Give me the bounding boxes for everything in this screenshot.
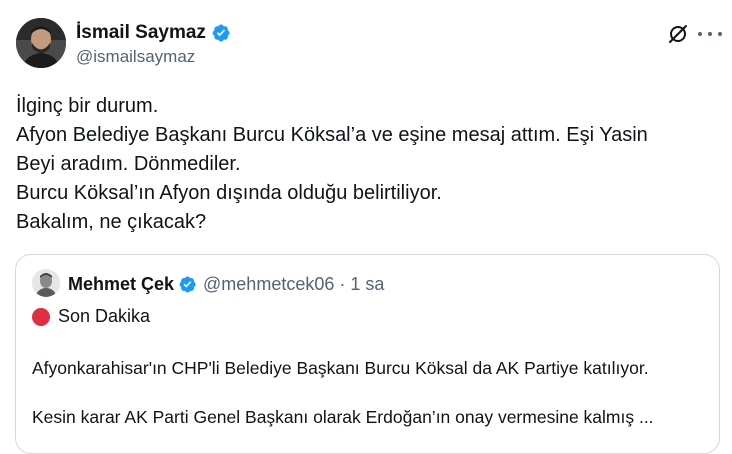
- separator-dot: ·: [339, 274, 346, 294]
- more-options-icon[interactable]: [698, 24, 722, 44]
- tweet-line: Bakalım, ne çıkacak?: [16, 211, 207, 233]
- quoted-headline: Son Dakika: [58, 306, 151, 326]
- grok-icon[interactable]: [667, 23, 689, 45]
- author-name-row: İsmail Saymaz: [76, 22, 231, 44]
- red-circle-emoji: [32, 307, 50, 326]
- verified-badge-icon: [212, 24, 230, 42]
- quoted-paragraph: Kesin karar AK Parti Genel Başkanı olara…: [32, 407, 654, 427]
- quoted-paragraph: Afyonkarahisar'ın CHP'li Belediye Başkan…: [32, 358, 649, 378]
- quoted-author-avatar[interactable]: [32, 269, 60, 297]
- quoted-header: Mehmet Çek @mehmetcek06 · 1 sa: [68, 274, 384, 295]
- verified-badge-icon: [179, 276, 196, 293]
- tweet-text: İlginç bir durum. Afyon Belediye Başkanı…: [16, 92, 716, 237]
- tweet-line: Burcu Köksal’ın Afyon dışında olduğu bel…: [16, 182, 442, 204]
- author-name[interactable]: İsmail Saymaz: [76, 22, 206, 44]
- quoted-author-handle[interactable]: @mehmetcek06: [203, 274, 334, 295]
- quoted-author-name[interactable]: Mehmet Çek: [68, 274, 174, 295]
- quoted-timestamp[interactable]: 1 sa: [350, 274, 384, 295]
- quoted-tweet-card[interactable]: Mehmet Çek @mehmetcek06 · 1 sa Son Dakik…: [15, 254, 720, 454]
- quoted-headline-row: Son Dakika: [32, 306, 150, 327]
- author-handle[interactable]: @ismailsaymaz: [76, 47, 195, 67]
- tweet-line: Afyon Belediye Başkanı Burcu Köksal’a ve…: [16, 124, 648, 146]
- tweet-line: İlginç bir durum.: [16, 95, 159, 117]
- author-avatar[interactable]: [16, 18, 66, 68]
- tweet-line: Beyi aradım. Dönmediler.: [16, 153, 241, 175]
